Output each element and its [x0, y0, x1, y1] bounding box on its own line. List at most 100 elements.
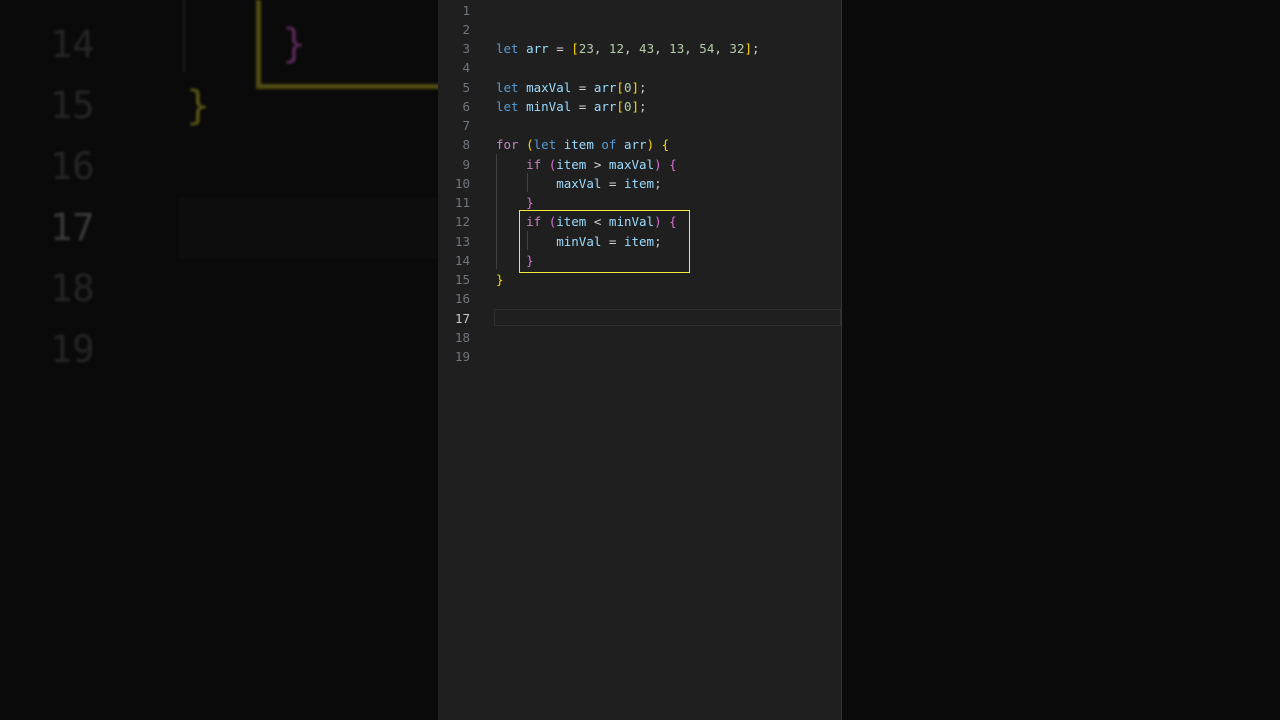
- line-number: 16: [454, 291, 470, 307]
- code-token: 43: [639, 41, 655, 56]
- bg-line-number: 15: [50, 84, 95, 127]
- code-token: arr: [593, 79, 617, 95]
- code-token: for: [496, 137, 519, 153]
- code-token: =: [548, 41, 572, 56]
- code-line[interactable]: 9 if (item > maxVal) {: [438, 155, 841, 174]
- line-number: 5: [462, 79, 470, 95]
- code-token: ;: [752, 41, 760, 56]
- code-token: 12: [608, 41, 624, 56]
- code-token: }: [526, 195, 534, 210]
- line-number: 15: [454, 272, 470, 287]
- code-line[interactable]: 3 let arr = [23, 12, 43, 13, 54, 32];: [438, 39, 841, 58]
- code-token: ;: [639, 79, 647, 95]
- bg-line-number: 17: [50, 206, 95, 249]
- highlight-box: [519, 210, 690, 273]
- code-text: if (item > maxVal) {: [496, 155, 677, 174]
- code-line[interactable]: 8 for (let item of arr) {: [438, 135, 841, 154]
- line-number: 9: [462, 156, 470, 172]
- line-number: 14: [454, 252, 470, 268]
- code-line[interactable]: 10 maxVal = item;: [438, 174, 841, 193]
- code-line[interactable]: 7: [438, 116, 841, 135]
- code-line[interactable]: 16: [438, 289, 841, 308]
- line-number: 13: [454, 233, 470, 249]
- line-number: 2: [462, 21, 470, 37]
- code-token: let: [533, 137, 557, 153]
- line-number: 10: [454, 175, 470, 191]
- code-line[interactable]: 17: [438, 308, 841, 328]
- indent-guide: [496, 154, 497, 269]
- code-token: let: [496, 79, 519, 95]
- code-text: }: [496, 270, 504, 289]
- code-token: let: [496, 98, 519, 114]
- line-number: 17: [454, 310, 470, 326]
- code-token: ,: [623, 41, 640, 56]
- line-number: 12: [454, 214, 470, 230]
- bg-brace: }: [282, 21, 307, 67]
- code-token: maxVal: [526, 79, 572, 95]
- line-number: 8: [462, 137, 470, 153]
- code-token: arr: [526, 41, 549, 56]
- code-token: ,: [593, 41, 609, 56]
- code-token: maxVal: [556, 175, 602, 191]
- code-token: =: [571, 98, 594, 114]
- code-token: 23: [578, 41, 594, 56]
- code-text: let arr = [23, 12, 43, 13, 54, 32];: [496, 39, 760, 58]
- code-token: [: [616, 79, 624, 95]
- code-text: let maxVal = arr[0];: [496, 78, 647, 97]
- code-token: ]: [744, 41, 753, 56]
- code-token: =: [601, 175, 624, 191]
- code-line[interactable]: 1: [438, 1, 841, 20]
- code-token: ;: [639, 98, 647, 114]
- code-token: ;: [654, 175, 662, 191]
- code-line[interactable]: 5 let maxVal = arr[0];: [438, 78, 841, 97]
- code-token: 13: [669, 41, 685, 56]
- line-number: 19: [454, 349, 470, 364]
- code-token: arr: [593, 98, 617, 114]
- code-token: ): [646, 137, 655, 153]
- code-token: of: [601, 137, 617, 153]
- line-number: 18: [454, 329, 470, 345]
- line-number: 6: [462, 98, 470, 114]
- code-token: ,: [654, 41, 670, 56]
- bg-brace: }: [186, 83, 211, 129]
- code-token: item: [623, 175, 655, 191]
- bg-current-line: [180, 198, 440, 258]
- video-frame: 14 15 16 17 18 19 } } 1 2 3 let arr = [23, …: [0, 0, 1280, 720]
- code-text: let minVal = arr[0];: [496, 97, 647, 116]
- code-token: {: [661, 137, 670, 153]
- code-token: [: [616, 98, 624, 114]
- code-token: =: [571, 79, 594, 95]
- code-token: ,: [714, 41, 730, 56]
- code-editor[interactable]: 1 2 3 let arr = [23, 12, 43, 13, 54, 32]; 4 5…: [438, 0, 842, 720]
- code-token: (: [526, 137, 534, 153]
- code-token: ): [654, 156, 662, 172]
- code-line[interactable]: 19: [438, 347, 841, 366]
- bg-line-number: 19: [50, 328, 95, 371]
- code-token: ,: [684, 41, 700, 56]
- bg-line-number: 16: [50, 145, 95, 188]
- bg-indent-guide: [183, 0, 185, 72]
- code-text: maxVal = item;: [496, 174, 662, 193]
- code-line[interactable]: 18: [438, 328, 841, 347]
- code-token: 32: [729, 41, 745, 56]
- code-token: }: [496, 272, 504, 287]
- line-number: 3: [462, 41, 470, 56]
- code-token: arr: [623, 137, 647, 153]
- code-token: ]: [631, 98, 640, 114]
- code-token: item: [556, 156, 587, 172]
- bg-line-number: 18: [50, 267, 95, 310]
- code-line[interactable]: 4: [438, 58, 841, 77]
- code-line[interactable]: 2: [438, 20, 841, 39]
- code-token: ]: [631, 79, 640, 95]
- code-token: item: [563, 137, 594, 153]
- code-line[interactable]: 6 let minVal = arr[0];: [438, 97, 841, 116]
